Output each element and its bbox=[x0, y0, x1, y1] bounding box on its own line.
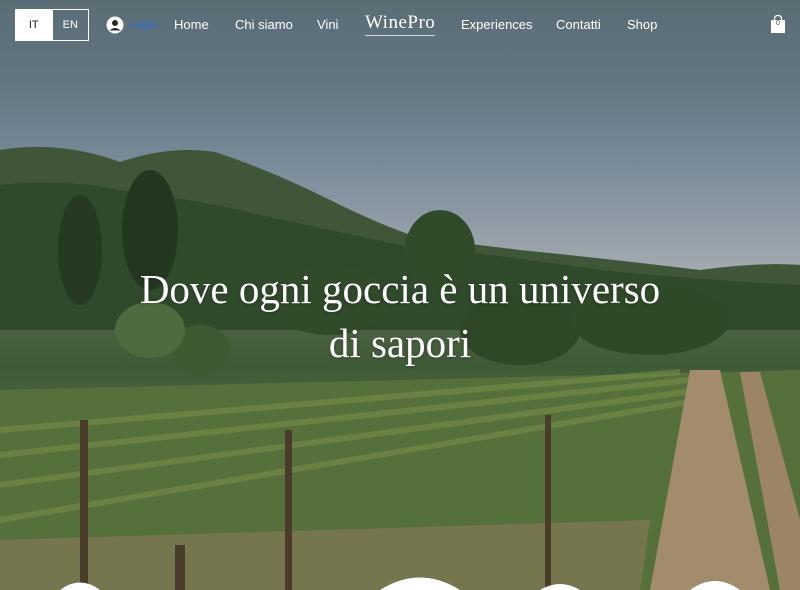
hero-headline-line1: Dove ogni goccia è un universo bbox=[139, 266, 661, 312]
hero-headline: Dove ogni goccia è un universo di sapori bbox=[80, 262, 720, 370]
nav-experiences[interactable]: Experiences bbox=[461, 17, 533, 32]
nav-vini[interactable]: Vini bbox=[317, 17, 338, 32]
nav-chi-siamo[interactable]: Chi siamo bbox=[235, 17, 293, 32]
cart-count: 0 bbox=[776, 20, 780, 27]
brand-logo[interactable]: WinePro bbox=[365, 12, 436, 36]
nav-contatti[interactable]: Contatti bbox=[556, 17, 601, 32]
hero-headline-line2: di sapori bbox=[328, 320, 472, 366]
nav-home[interactable]: Home bbox=[174, 17, 209, 32]
nav-shop[interactable]: Shop bbox=[627, 17, 657, 32]
cart-button[interactable]: 0 bbox=[770, 14, 786, 39]
